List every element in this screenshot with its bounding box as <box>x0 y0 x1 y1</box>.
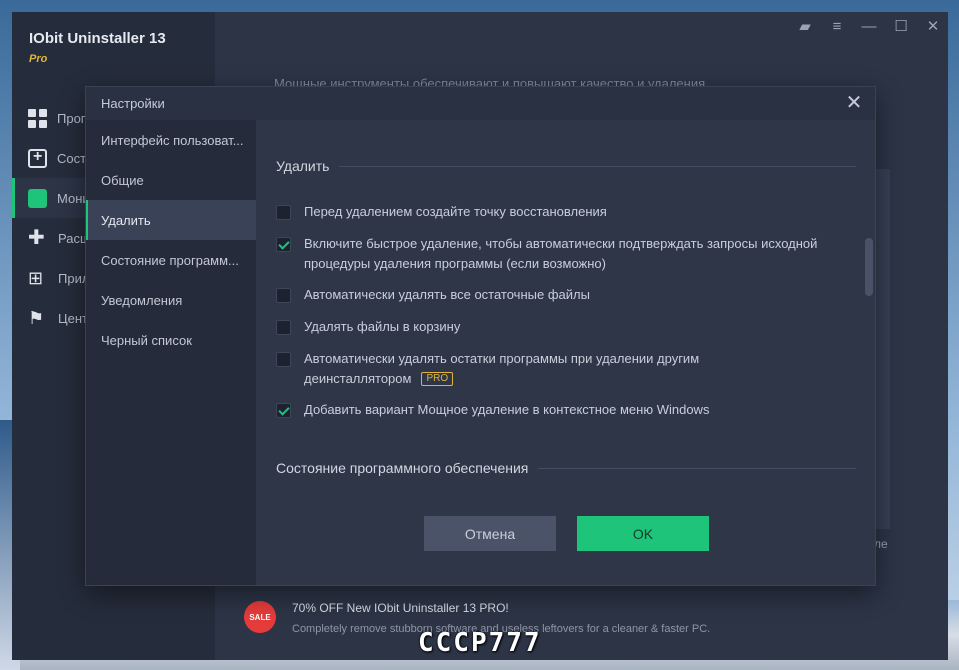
watermark: СССР777 <box>418 628 542 658</box>
option-other-uninstaller-leftovers[interactable]: Автоматически удалять остатки программы … <box>276 349 746 389</box>
tab-label: Уведомления <box>101 292 183 308</box>
checkbox[interactable] <box>276 403 291 418</box>
option-recycle-bin[interactable]: Удалять файлы в корзину <box>276 317 836 337</box>
settings-tab-uninstall[interactable]: Удалить <box>86 200 256 240</box>
section-title-uninstall: Удалить <box>276 158 856 174</box>
option-restore-point[interactable]: Перед удалением создайте точку восстанов… <box>276 202 836 222</box>
minimize-icon[interactable]: — <box>860 18 878 36</box>
section-title-text: Удалить <box>276 158 330 174</box>
option-label: Перед удалением создайте точку восстанов… <box>304 204 607 219</box>
section-title-software-health: Состояние программного обеспечения <box>276 460 856 476</box>
promo-banner[interactable]: SALE 70% OFF New IObit Uninstaller 13 PR… <box>244 597 884 647</box>
add-box-icon <box>28 148 47 168</box>
close-icon[interactable]: ✕ <box>924 18 942 36</box>
settings-tab-notifications[interactable]: Уведомления <box>86 280 256 320</box>
settings-sidebar: Интерфейс пользоват... Общие Удалить Сос… <box>86 120 256 585</box>
checkbox[interactable] <box>276 288 291 303</box>
option-label: Включите быстрое удаление, чтобы автомат… <box>304 236 818 271</box>
grid-icon <box>28 108 47 128</box>
tab-label: Черный список <box>101 332 192 348</box>
scrollbar[interactable] <box>865 238 873 296</box>
settings-dialog: Настройки ✕ Интерфейс пользоват... Общие… <box>85 86 876 586</box>
close-icon[interactable]: ✕ <box>843 92 865 114</box>
ok-button[interactable]: OK <box>577 516 709 551</box>
flag-icon: ⚑ <box>28 308 45 328</box>
tab-label: Состояние программ... <box>101 252 239 268</box>
settings-tab-general[interactable]: Общие <box>86 160 256 200</box>
option-context-menu[interactable]: Добавить вариант Мощное удаление в конте… <box>276 400 836 420</box>
app-edition: Pro <box>29 53 48 65</box>
option-label-text: Автоматически удалять остатки программы … <box>304 351 700 386</box>
cancel-button[interactable]: Отмена <box>424 516 556 551</box>
option-remove-leftovers[interactable]: Автоматически удалять все остаточные фай… <box>276 285 836 305</box>
briefcase-icon[interactable]: ▰ <box>796 18 814 36</box>
puzzle-icon: ✚ <box>28 227 45 249</box>
option-quick-uninstall[interactable]: Включите быстрое удаление, чтобы автомат… <box>276 234 836 274</box>
promo-title: 70% OFF New IObit Uninstaller 13 PRO! <box>292 601 509 615</box>
dialog-header: Настройки ✕ <box>86 87 875 120</box>
chart-icon <box>28 188 47 208</box>
tab-label: Интерфейс пользоват... <box>101 132 244 148</box>
pro-badge: PRO <box>421 372 454 386</box>
window-controls: ▰ ≡ — ☐ ✕ <box>796 18 942 36</box>
app-title: IObit Uninstaller 13 <box>29 30 166 47</box>
settings-tab-blacklist[interactable]: Черный список <box>86 320 256 360</box>
checkbox[interactable] <box>276 237 291 252</box>
maximize-icon[interactable]: ☐ <box>892 18 910 36</box>
dialog-title: Настройки <box>101 96 165 111</box>
background-panel-text: ле <box>874 537 888 551</box>
option-label: Добавить вариант Мощное удаление в конте… <box>304 402 710 417</box>
option-label: Автоматически удалять все остаточные фай… <box>304 287 590 302</box>
settings-tab-interface[interactable]: Интерфейс пользоват... <box>86 120 256 160</box>
checkbox[interactable] <box>276 205 291 220</box>
settings-tab-software-health[interactable]: Состояние программ... <box>86 240 256 280</box>
menu-icon[interactable]: ≡ <box>828 18 846 36</box>
checkbox[interactable] <box>276 320 291 335</box>
sale-badge: SALE <box>244 601 276 633</box>
tab-label: Общие <box>101 172 144 188</box>
background-panel <box>874 169 890 529</box>
checkbox[interactable] <box>276 352 291 367</box>
windows-icon: ⊞ <box>28 268 44 288</box>
settings-content: Удалить Перед удалением создайте точку в… <box>256 120 875 585</box>
option-label: Автоматически удалять остатки программы … <box>304 349 746 389</box>
tab-label: Удалить <box>101 212 151 228</box>
section-title-text: Состояние программного обеспечения <box>276 460 529 476</box>
option-label: Удалять файлы в корзину <box>304 319 461 334</box>
